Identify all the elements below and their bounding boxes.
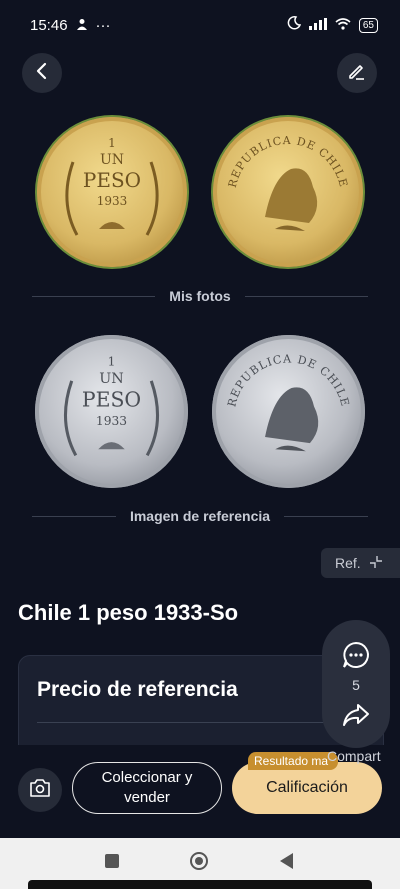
result-badge: Resultado ma <box>248 752 338 770</box>
share-icon[interactable] <box>342 703 370 732</box>
moon-icon <box>287 16 301 34</box>
ref-obverse-un-text: UN <box>99 371 124 387</box>
reference-divider: Imagen de referencia <box>32 508 368 524</box>
battery-indicator: 65 <box>358 17 378 33</box>
obverse-year-text: 1933 <box>97 194 128 208</box>
my-photo-reverse[interactable]: REPUBLICA DE CHILE <box>213 117 363 267</box>
ref-obverse-value-text: 1 <box>108 355 116 369</box>
obverse-peso-text: PESO <box>83 168 141 192</box>
camera-button[interactable] <box>18 768 62 812</box>
obverse-un-text: UN <box>100 152 124 168</box>
price-card-divider <box>37 722 365 723</box>
ref-obverse-year-text: 1933 <box>96 414 127 428</box>
status-left: 15:46 ··· <box>30 17 111 34</box>
person-icon <box>76 17 88 34</box>
comment-icon[interactable] <box>341 640 371 675</box>
ref-toggle[interactable]: Ref. <box>321 548 400 578</box>
reference-obverse[interactable]: 1 UN PESO 1933 <box>35 335 188 488</box>
system-back-button[interactable] <box>280 853 293 869</box>
ref-label: Ref. <box>335 555 361 571</box>
comment-count: 5 <box>352 677 360 693</box>
ref-obverse-peso-text: PESO <box>82 387 141 411</box>
my-photo-obverse[interactable]: 1 UN PESO 1933 <box>37 117 187 267</box>
collect-sell-button[interactable]: Coleccionar y vender <box>72 762 222 814</box>
back-icon <box>34 62 50 85</box>
home-button[interactable] <box>190 852 208 870</box>
obverse-value-text: 1 <box>108 136 116 150</box>
collapse-icon <box>369 555 383 572</box>
camera-icon <box>29 778 51 803</box>
status-time: 15:46 <box>30 16 68 34</box>
edit-icon <box>347 61 367 86</box>
signal-icon <box>308 17 327 34</box>
share-label: Compart <box>327 748 381 764</box>
edit-button[interactable] <box>337 53 377 93</box>
coin-title: Chile 1 peso 1933-So <box>18 600 239 625</box>
gesture-handle <box>28 880 372 889</box>
my-photos-divider: Mis fotos <box>32 288 369 304</box>
my-photos-label: Mis fotos <box>169 288 231 304</box>
recent-apps-button[interactable] <box>105 854 119 868</box>
status-right: 65 <box>287 16 378 34</box>
reference-label: Imagen de referencia <box>129 508 271 524</box>
price-card-title: Precio de referencia <box>37 678 238 701</box>
floating-action-panel: 5 <box>322 620 390 748</box>
wifi-icon <box>335 17 351 34</box>
reference-reverse[interactable]: REPUBLICA DE CHILE <box>212 335 365 488</box>
status-extra: ··· <box>95 16 111 34</box>
back-button[interactable] <box>22 53 62 93</box>
status-bar: 15:46 ··· 65 <box>0 0 400 50</box>
